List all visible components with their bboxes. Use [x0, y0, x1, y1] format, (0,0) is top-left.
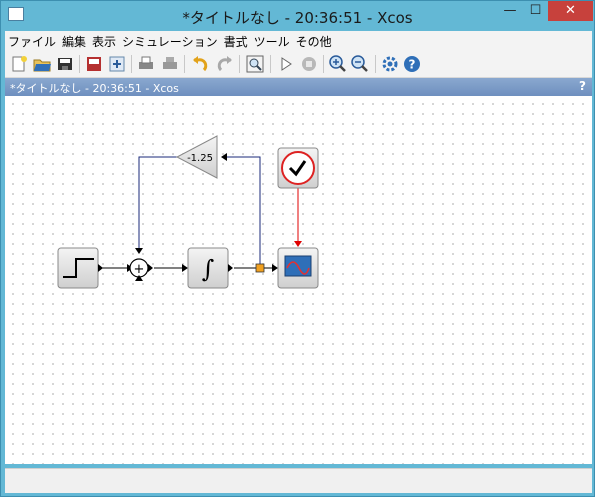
- scope-block[interactable]: [277, 247, 319, 289]
- menu-bar: ファイル 編集 表示 シミュレーション 書式 ツール その他: [5, 31, 592, 51]
- gain-value: -1.25: [187, 153, 213, 164]
- maximize-button[interactable]: ☐: [523, 1, 548, 21]
- menu-format[interactable]: 書式: [221, 31, 251, 50]
- title-bar[interactable]: *タイトルなし - 20:36:51 - Xcos — ☐ ✕: [1, 1, 594, 31]
- link-clock-to-scope[interactable]: [294, 188, 302, 247]
- save-as-icon[interactable]: [84, 54, 104, 74]
- undo-icon[interactable]: [190, 54, 210, 74]
- menu-file[interactable]: ファイル: [5, 31, 59, 50]
- clock-block[interactable]: [277, 147, 319, 189]
- integral-block[interactable]: ∫: [187, 247, 233, 289]
- new-icon[interactable]: [9, 54, 29, 74]
- link-gain-to-sum[interactable]: [135, 156, 177, 254]
- help-icon[interactable]: ?: [402, 54, 422, 74]
- fit-zoom-icon[interactable]: [245, 54, 265, 74]
- redo-icon[interactable]: [215, 54, 235, 74]
- status-bar: [5, 468, 592, 493]
- diagram-tab[interactable]: *タイトルなし - 20:36:51 - Xcos ?: [5, 78, 592, 96]
- menu-other[interactable]: その他: [293, 31, 335, 50]
- minimize-button[interactable]: —: [497, 1, 523, 21]
- setup-icon[interactable]: [380, 54, 400, 74]
- open-icon[interactable]: [32, 54, 52, 74]
- diagram-canvas[interactable]: + ∫ -1.25: [5, 96, 592, 464]
- link-sum-to-integral[interactable]: [154, 264, 188, 272]
- sum-block[interactable]: +: [129, 258, 153, 281]
- diagram-tab-title: *タイトルなし - 20:36:51 - Xcos: [10, 82, 179, 95]
- menu-tools[interactable]: ツール: [251, 31, 293, 50]
- step-block[interactable]: [57, 247, 103, 289]
- menu-edit[interactable]: 編集: [59, 31, 89, 50]
- zoom-out-icon[interactable]: [350, 54, 370, 74]
- toolbar: ?: [5, 51, 592, 78]
- svg-text:?: ?: [409, 58, 416, 72]
- export-icon[interactable]: [107, 54, 127, 74]
- integral-symbol: ∫: [202, 255, 215, 283]
- diagram-svg: + ∫ -1.25: [57, 135, 319, 289]
- xcos-window: *タイトルなし - 20:36:51 - Xcos — ☐ ✕ ファイル 編集 表示…: [0, 0, 595, 497]
- sum-symbol: +: [134, 262, 145, 277]
- print-icon[interactable]: [136, 54, 156, 74]
- split-point[interactable]: [255, 263, 265, 273]
- link-step-to-sum[interactable]: [98, 264, 133, 272]
- zoom-in-icon[interactable]: [328, 54, 348, 74]
- start-icon[interactable]: [276, 54, 296, 74]
- tab-help-button[interactable]: ?: [579, 79, 586, 93]
- close-button[interactable]: ✕: [548, 1, 593, 21]
- stop-icon[interactable]: [299, 54, 319, 74]
- menu-simulation[interactable]: シミュレーション: [119, 31, 221, 50]
- print-setup-icon[interactable]: [160, 54, 180, 74]
- save-icon[interactable]: [55, 54, 75, 74]
- gain-block[interactable]: -1.25: [175, 135, 218, 179]
- menu-view[interactable]: 表示: [89, 31, 119, 50]
